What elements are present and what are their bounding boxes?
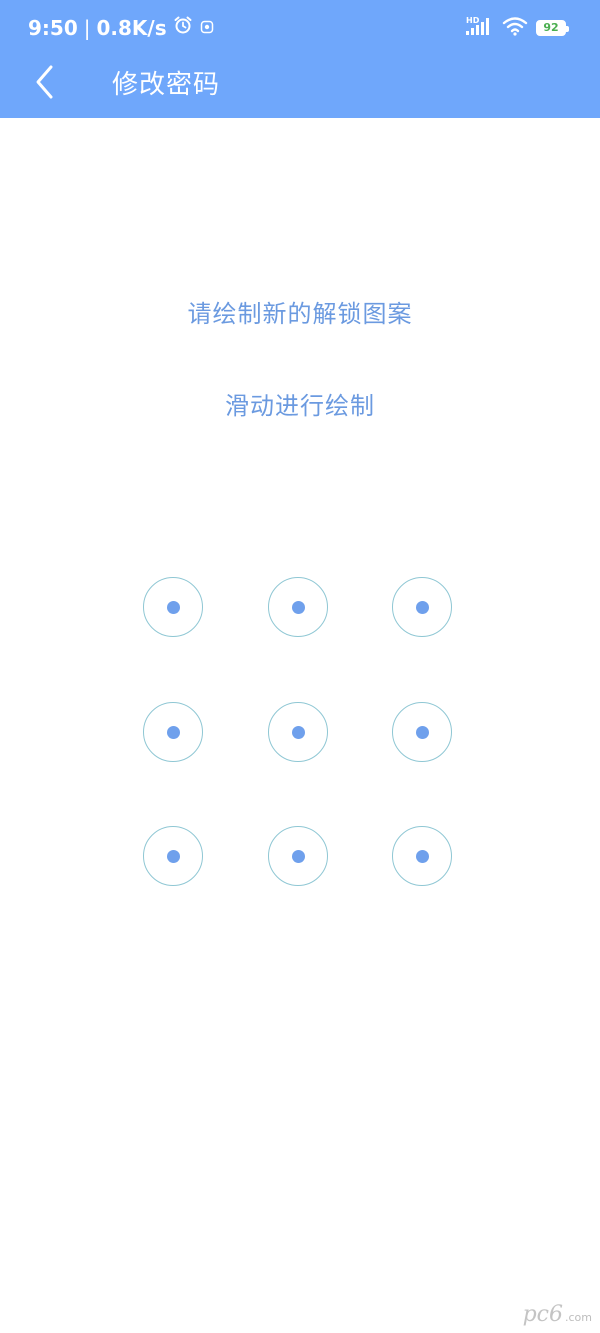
back-button[interactable] [24, 60, 64, 104]
chevron-left-icon [36, 65, 53, 99]
pattern-node-1[interactable] [143, 577, 203, 637]
status-bar: 9:50 | 0.8K/s HD 92 [0, 0, 600, 56]
watermark-text: .com [565, 1311, 592, 1324]
status-left: 9:50 | 0.8K/s [28, 15, 215, 40]
pattern-node-2[interactable] [268, 577, 328, 637]
pattern-lock-grid[interactable] [143, 577, 455, 889]
status-right: HD 92 [466, 16, 569, 40]
draw-pattern-prompt: 请绘制新的解锁图案 [187, 300, 413, 328]
signal-hd-label: HD [466, 16, 480, 25]
watermark: pc6 .com [523, 1302, 592, 1327]
network-speed: 0.8K/s [96, 15, 167, 40]
pattern-dot [166, 600, 180, 614]
pattern-node-4[interactable] [143, 702, 203, 762]
nav-bar: 修改密码 [0, 56, 600, 118]
pattern-node-3[interactable] [392, 577, 452, 637]
signal-strength-icon: HD [466, 16, 494, 40]
status-separator: | [83, 15, 91, 40]
pattern-node-8[interactable] [268, 826, 328, 886]
top-app-bar: 9:50 | 0.8K/s HD 92 修改密码 [0, 0, 600, 118]
pattern-node-9[interactable] [392, 826, 452, 886]
pattern-dot [166, 725, 180, 739]
pattern-dot [291, 725, 305, 739]
pattern-dot [291, 849, 305, 863]
pattern-dot [415, 600, 429, 614]
pattern-dot [415, 849, 429, 863]
pattern-dot [291, 600, 305, 614]
pattern-node-6[interactable] [392, 702, 452, 762]
status-time: 9:50 [28, 15, 78, 40]
pattern-node-5[interactable] [268, 702, 328, 762]
battery-level: 92 [543, 21, 559, 34]
battery-icon: 92 [536, 20, 569, 36]
pattern-dot [415, 725, 429, 739]
swipe-hint: 滑动进行绘制 [225, 392, 375, 420]
pattern-node-7[interactable] [143, 826, 203, 886]
page-title: 修改密码 [112, 70, 221, 100]
alarm-clock-icon [173, 15, 193, 40]
watermark-logo: pc6 [522, 1302, 563, 1327]
pattern-dot [166, 849, 180, 863]
nfc-icon [199, 16, 215, 40]
wifi-icon [502, 16, 528, 40]
